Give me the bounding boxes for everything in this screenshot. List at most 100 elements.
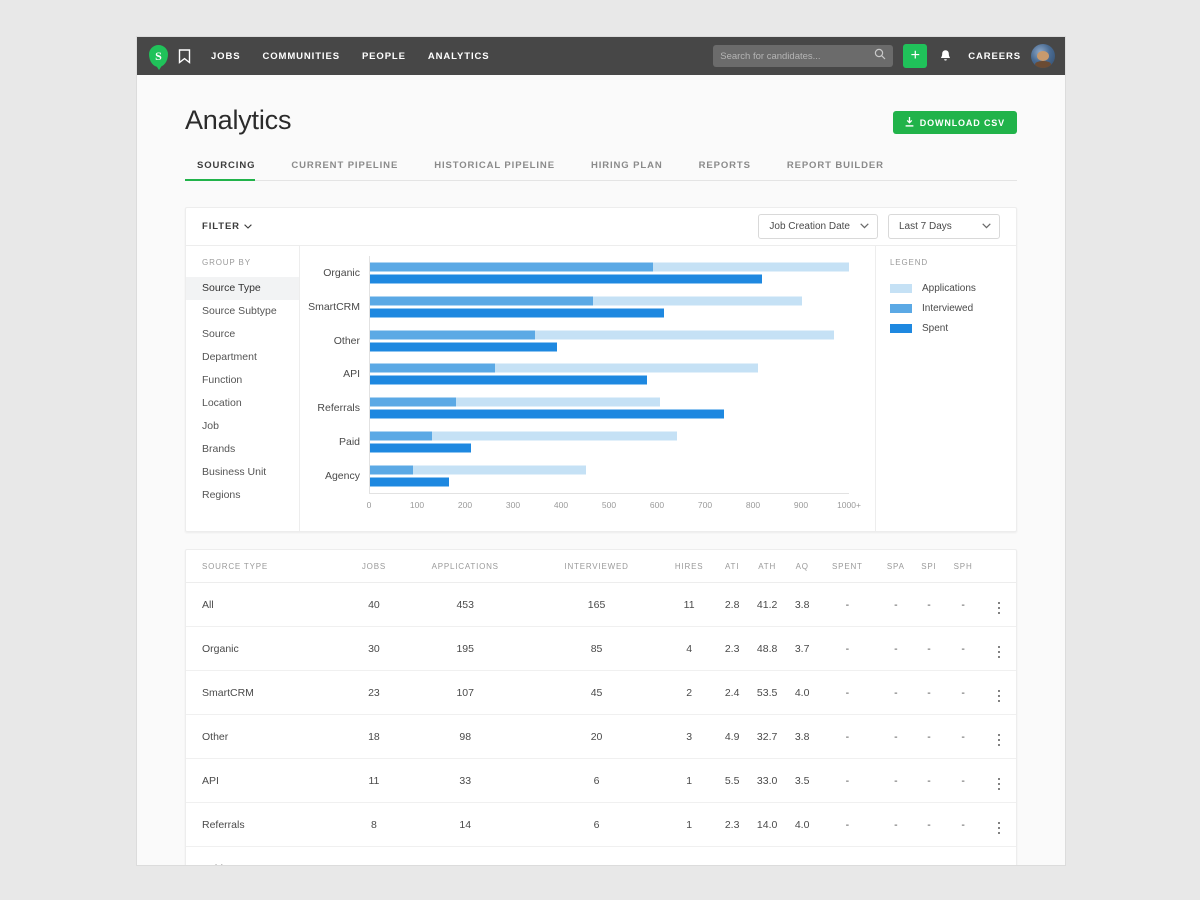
notifications-bell-icon[interactable]	[939, 49, 952, 64]
chevron-down-icon	[982, 221, 991, 232]
search-input[interactable]	[720, 51, 874, 62]
table-cell: 1	[532, 847, 660, 867]
bar-spent-organic[interactable]	[370, 274, 762, 283]
group-by-item-business-unit[interactable]: Business Unit	[186, 461, 299, 484]
table-row[interactable]: Organic301958542.348.83.7----	[186, 627, 1016, 671]
group-by-item-source-type[interactable]: Source Type	[186, 277, 299, 300]
group-by-item-job[interactable]: Job	[186, 415, 299, 438]
row-menu-icon[interactable]	[998, 602, 1001, 615]
tab-reports[interactable]: REPORTS	[681, 160, 769, 180]
table-cell: -	[914, 847, 945, 867]
table-column-header-sph[interactable]: SPH	[944, 550, 982, 583]
x-axis-tick: 400	[554, 500, 568, 510]
x-axis-tick: 300	[506, 500, 520, 510]
group-by-item-source-subtype[interactable]: Source Subtype	[186, 300, 299, 323]
table-cell: 2	[661, 671, 718, 715]
bar-interviewed-paid[interactable]	[370, 432, 432, 441]
date-field-dropdown[interactable]: Job Creation Date	[758, 214, 878, 239]
bar-group-referrals: Referrals	[370, 391, 849, 425]
logo-letter: S	[155, 50, 162, 62]
bar-spent-api[interactable]	[370, 376, 647, 385]
filter-toggle[interactable]: FILTER	[202, 221, 252, 232]
search-icon[interactable]	[874, 47, 886, 65]
tab-hiring-plan[interactable]: HIRING PLAN	[573, 160, 681, 180]
bar-interviewed-referrals[interactable]	[370, 398, 456, 407]
legend-swatch-icon	[890, 304, 912, 313]
careers-link[interactable]: CAREERS	[968, 51, 1021, 62]
table-row[interactable]: Paid241-4.0------	[186, 847, 1016, 867]
table-column-header-interviewed[interactable]: INTERVIEWED	[532, 550, 660, 583]
nav-link-communities[interactable]: COMMUNITIES	[262, 51, 339, 62]
row-actions-cell	[982, 627, 1016, 671]
bar-interviewed-api[interactable]	[370, 364, 495, 373]
table-column-header-hires[interactable]: HIRES	[661, 550, 718, 583]
table-cell: 165	[532, 583, 660, 627]
sourcing-chart-card: FILTER Job Creation Date Last 7 Days	[185, 207, 1017, 532]
group-by-item-regions[interactable]: Regions	[186, 484, 299, 507]
table-cell: 53.5	[747, 671, 788, 715]
bar-category-label: SmartCRM	[308, 301, 360, 313]
table-column-header-source-type[interactable]: SOURCE TYPE	[186, 550, 350, 583]
tab-historical-pipeline[interactable]: HISTORICAL PIPELINE	[416, 160, 573, 180]
group-by-item-department[interactable]: Department	[186, 346, 299, 369]
table-cell: 6	[532, 803, 660, 847]
group-by-item-location[interactable]: Location	[186, 392, 299, 415]
bar-spent-smartcrm[interactable]	[370, 308, 664, 317]
tab-current-pipeline[interactable]: CURRENT PIPELINE	[273, 160, 416, 180]
bar-interviewed-smartcrm[interactable]	[370, 296, 593, 305]
bar-interviewed-other[interactable]	[370, 330, 535, 339]
table-row[interactable]: All40453165112.841.23.8----	[186, 583, 1016, 627]
add-button[interactable]: +	[903, 44, 927, 68]
bar-stack	[370, 432, 849, 453]
row-menu-icon[interactable]	[998, 690, 1001, 703]
row-menu-icon[interactable]	[998, 778, 1001, 791]
app-logo-icon[interactable]: S	[149, 45, 168, 67]
bar-spent-paid[interactable]	[370, 444, 471, 453]
nav-link-people[interactable]: PEOPLE	[362, 51, 406, 62]
tab-report-builder[interactable]: REPORT BUILDER	[769, 160, 902, 180]
table-column-header-aq[interactable]: AQ	[788, 550, 817, 583]
bar-spent-other[interactable]	[370, 342, 557, 351]
bar-spent-referrals[interactable]	[370, 410, 724, 419]
row-menu-icon[interactable]	[998, 646, 1001, 659]
table-column-header-spi[interactable]: SPI	[914, 550, 945, 583]
table-column-header-spent[interactable]: SPENT	[817, 550, 878, 583]
bookmark-icon[interactable]	[178, 49, 191, 64]
table-row[interactable]: Referrals814612.314.04.0----	[186, 803, 1016, 847]
row-menu-icon[interactable]	[998, 734, 1001, 747]
table-header-row: SOURCE TYPEJOBSAPPLICATIONSINTERVIEWEDHI…	[186, 550, 1016, 583]
table-row[interactable]: Other18982034.932.73.8----	[186, 715, 1016, 759]
bar-spent-agency[interactable]	[370, 478, 449, 487]
table-cell: 11	[661, 583, 718, 627]
user-avatar[interactable]	[1031, 44, 1055, 68]
download-csv-button[interactable]: DOWNLOAD CSV	[893, 111, 1017, 134]
table-column-header-applications[interactable]: APPLICATIONS	[398, 550, 532, 583]
bar-category-label: Organic	[323, 267, 360, 279]
nav-link-jobs[interactable]: JOBS	[211, 51, 240, 62]
nav-link-analytics[interactable]: ANALYTICS	[428, 51, 490, 62]
table-column-header-ath[interactable]: ATH	[747, 550, 788, 583]
row-menu-icon[interactable]	[998, 866, 1001, 867]
table-column-header-ati[interactable]: ATI	[718, 550, 747, 583]
search-box[interactable]	[713, 45, 893, 67]
date-range-dropdown[interactable]: Last 7 Days	[888, 214, 1000, 239]
group-by-panel: GROUP BY Source TypeSource SubtypeSource…	[186, 246, 300, 531]
row-menu-icon[interactable]	[998, 822, 1001, 835]
bar-interviewed-agency[interactable]	[370, 466, 413, 475]
bar-interviewed-organic[interactable]	[370, 262, 653, 271]
group-by-item-function[interactable]: Function	[186, 369, 299, 392]
group-by-list: Source TypeSource SubtypeSourceDepartmen…	[186, 277, 299, 507]
table-column-header-jobs[interactable]: JOBS	[350, 550, 398, 583]
tab-sourcing[interactable]: SOURCING	[197, 160, 273, 180]
table-row[interactable]: API1133615.533.03.5----	[186, 759, 1016, 803]
group-by-item-brands[interactable]: Brands	[186, 438, 299, 461]
table-row[interactable]: SmartCRM231074522.453.54.0----	[186, 671, 1016, 715]
row-actions-cell	[982, 803, 1016, 847]
table-cell: 14	[398, 803, 532, 847]
legend-label: Interviewed	[922, 303, 973, 314]
group-by-item-source[interactable]: Source	[186, 323, 299, 346]
table-cell: -	[944, 803, 982, 847]
table-cell: -	[914, 627, 945, 671]
table-column-header-spa[interactable]: SPA	[878, 550, 914, 583]
table-cell: 2.3	[718, 803, 747, 847]
